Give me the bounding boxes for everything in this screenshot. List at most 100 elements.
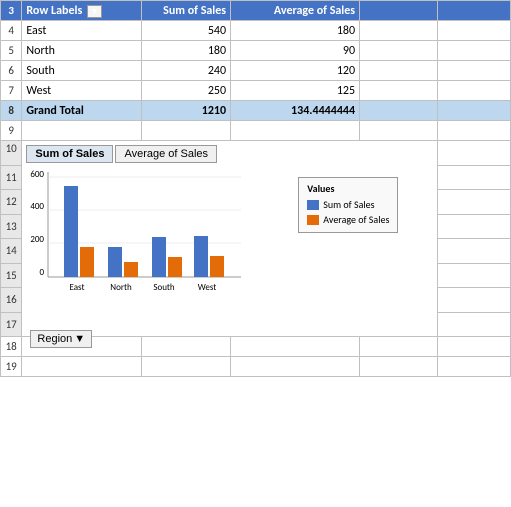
col-row-labels: Row Labels ▼ [22,1,141,21]
empty-row-9: 9 [1,121,511,141]
avg-south: 120 [231,61,360,81]
col-f-7 [438,81,511,101]
bar-chart-svg: 600 400 200 0 [26,167,256,322]
row-num-3: 3 [1,1,22,21]
chart-container: Sum of Sales Average of Sales 600 400 20… [22,141,402,336]
bar-north-sum [108,247,122,277]
row-num-14: 14 [1,239,22,264]
label-north: North [22,41,141,61]
chart-row: 10 Sum of Sales Average of Sales 600 400 [1,141,511,166]
grand-total-label: Grand Total [22,101,141,121]
row-num-9: 9 [1,121,22,141]
table-row-north: 5 North 180 90 [1,41,511,61]
col-f-6 [438,61,511,81]
legend-label-sum: Sum of Sales [323,198,374,211]
x-label-north: North [111,282,133,293]
col-f-15 [438,263,511,288]
region-filter-area: Region ▼ [26,330,398,348]
legend-color-avg [307,215,319,225]
empty-19-f [438,357,511,377]
region-dropdown-icon: ▼ [74,333,85,345]
col-f-5 [438,41,511,61]
col-e-8 [360,101,438,121]
col-f-14 [438,239,511,264]
row-num-5: 5 [1,41,22,61]
y-label-0: 0 [40,267,45,278]
x-label-south: South [154,282,176,293]
bar-south-sum [152,237,166,277]
bar-east-sum [64,186,78,277]
y-label-600: 600 [31,169,45,180]
avg-east: 180 [231,21,360,41]
row-num-4: 4 [1,21,22,41]
empty-19-b [22,357,141,377]
row-num-10: 10 [1,141,22,166]
col-f-header [438,1,511,21]
col-e-6 [360,61,438,81]
col-f-8 [438,101,511,121]
empty-18-f [438,337,511,357]
empty-9-d [231,121,360,141]
row-num-6: 6 [1,61,22,81]
table-row-east: 4 East 540 180 [1,21,511,41]
label-west: West [22,81,141,101]
sum-north: 180 [141,41,231,61]
empty-19-c [141,357,231,377]
legend-item-avg: Average of Sales [307,213,389,226]
empty-19-d [231,357,360,377]
legend-title: Values [307,182,389,195]
col-sum-sales: Sum of Sales [141,1,231,21]
bar-west-avg [210,256,224,277]
col-f-13 [438,214,511,239]
avg-west: 125 [231,81,360,101]
avg-north: 90 [231,41,360,61]
chart-area-cell: Sum of Sales Average of Sales 600 400 20… [22,141,438,337]
row-num-12: 12 [1,190,22,215]
col-f-16 [438,288,511,313]
chart-visual-area: 600 400 200 0 [26,167,398,326]
empty-9-f [438,121,511,141]
sum-east: 540 [141,21,231,41]
y-label-400: 400 [31,201,45,212]
grand-total-sum: 1210 [141,101,231,121]
x-label-east: East [70,282,85,293]
row-num-19: 19 [1,357,22,377]
bar-west-sum [194,236,208,277]
region-filter-button[interactable]: Region ▼ [30,330,92,348]
table-row-south: 6 South 240 120 [1,61,511,81]
region-label: Region [37,333,72,345]
legend-label-avg: Average of Sales [323,213,389,226]
label-south: South [22,61,141,81]
row-num-18: 18 [1,337,22,357]
grand-total-row: 8 Grand Total 1210 134.4444444 [1,101,511,121]
empty-19-e [360,357,438,377]
row-num-13: 13 [1,214,22,239]
sum-south: 240 [141,61,231,81]
col-avg-sales: Average of Sales [231,1,360,21]
label-east: East [22,21,141,41]
bar-north-avg [124,262,138,277]
row-num-8: 8 [1,101,22,121]
legend-item-sum: Sum of Sales [307,198,389,211]
col-f-12 [438,190,511,215]
col-e-5 [360,41,438,61]
row-num-16: 16 [1,288,22,313]
empty-9-c [141,121,231,141]
col-f-4 [438,21,511,41]
row-num-17: 17 [1,312,22,337]
avg-of-sales-button[interactable]: Average of Sales [115,145,217,163]
col-f-10 [438,141,511,166]
x-label-west: West [198,282,217,293]
row-labels-text: Row Labels [26,4,82,18]
row-num-11: 11 [1,165,22,190]
col-f-17 [438,312,511,337]
col-e-7 [360,81,438,101]
chart-legend: Values Sum of Sales Average of Sales [298,177,398,233]
empty-9-e [360,121,438,141]
chart-svg-container: 600 400 200 0 [26,167,290,326]
sum-of-sales-button[interactable]: Sum of Sales [26,145,113,163]
pivot-header-row: 3 Row Labels ▼ Sum of Sales Average of S… [1,1,511,21]
filter-button[interactable]: ▼ [87,5,102,18]
empty-9-b [22,121,141,141]
empty-row-19: 19 [1,357,511,377]
